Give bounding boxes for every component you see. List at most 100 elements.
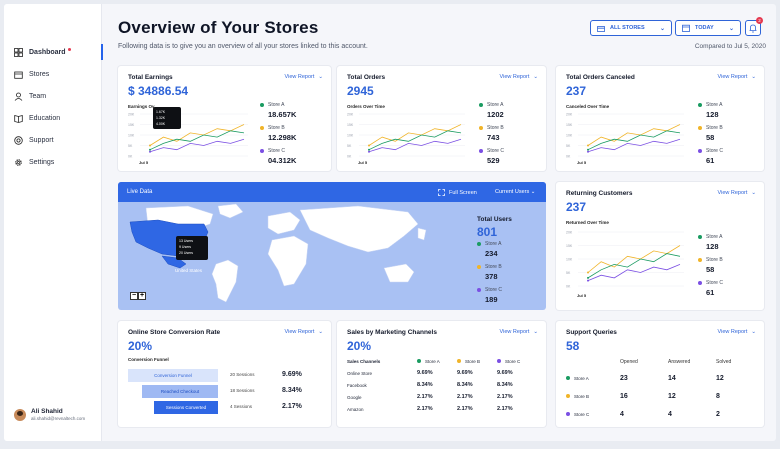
view-report-link[interactable]: View Report ⌄ [718, 190, 756, 196]
view-report-link[interactable]: View Report ⌄ [500, 74, 538, 80]
y-tick-label: 5K [128, 144, 133, 148]
store-row: Store A 18.657K [260, 102, 296, 125]
store-row: Store B 12.298K [260, 125, 296, 148]
chevron-down-icon: ⌄ [533, 74, 538, 80]
chart-label: Earnings Ov [128, 104, 155, 109]
all-stores-label: ALL STORES [610, 25, 645, 31]
sidebar-item-dashboard[interactable]: Dashboard [4, 44, 103, 60]
sidebar-item-label: Education [29, 114, 61, 122]
store-c-dot [477, 288, 481, 292]
canceled-mini-chart: 20K 15K 10K 5K 0K [566, 113, 684, 159]
store-b-dot [477, 265, 481, 269]
current-users-dropdown[interactable]: Current Users ⌄ [495, 189, 535, 195]
series-start-point [368, 150, 370, 153]
chart-label: Orders Over Time [347, 104, 385, 109]
store-b-dot [479, 126, 483, 130]
compared-date: Compared to Jul 5, 2020 [694, 43, 766, 50]
all-stores-dropdown[interactable]: ALL STORES ⌄ [590, 20, 672, 36]
view-report-link[interactable]: View Report ⌄ [500, 329, 538, 335]
full-screen-button[interactable]: Full Screen [438, 189, 477, 196]
funnel-bar-2: Reached Checkout [142, 385, 218, 398]
y-tick-label: 5K [566, 271, 571, 275]
table-row: Store B 16 12 8 [566, 387, 756, 405]
date-range-label: TODAY [695, 25, 714, 31]
y-tick-label: 10K [566, 258, 573, 262]
store-a-dot [566, 376, 570, 380]
country-label: United States [175, 268, 203, 273]
y-tick-label: 15K [347, 123, 354, 127]
card-title: Total Earnings [128, 74, 173, 81]
date-range-dropdown[interactable]: TODAY ⌄ [675, 20, 741, 36]
total-earnings-card: Total Earnings View Report ⌄ $ 34886.54 E… [118, 66, 331, 171]
view-report-link[interactable]: View Report ⌄ [718, 74, 756, 80]
y-tick-label: 5K [347, 144, 352, 148]
live-data-header [118, 182, 546, 202]
chevron-down-icon: ⌄ [530, 189, 536, 195]
funnel-bar-3: Sessions Converted [154, 401, 218, 414]
live-data-panel: Live Data Full Screen Current Users ⌄ 13… [118, 182, 546, 310]
store-a-dot [698, 235, 702, 239]
calendar-icon [682, 24, 690, 32]
total-earnings-value: $ 34886.54 [128, 84, 189, 98]
conversion-rate-card: Online Store Conversion Rate View Report… [118, 321, 331, 427]
marketing-table: Sales Channels Store A Store B Store C O… [347, 355, 537, 415]
chart-date-label: Jul 5 [577, 293, 587, 298]
view-report-link[interactable]: View Report ⌄ [285, 329, 323, 335]
chart-date-label: Jul 5 [358, 160, 368, 165]
store-breakdown: Store A 18.657K Store B 12.298K Store C … [260, 102, 296, 171]
series-start-point [587, 271, 589, 274]
store-c-dot [698, 281, 702, 285]
map-tooltip: 13 Users 9 Users 20 Users [176, 236, 208, 260]
earnings-mini-chart: 20K 15K 10K 5K 0K [128, 113, 248, 159]
live-data-title: Live Data [127, 189, 153, 195]
world-map[interactable] [118, 202, 468, 310]
notification-dot [67, 48, 71, 51]
series-start-point [368, 144, 370, 147]
sidebar-item-label: Stores [29, 70, 50, 78]
store-c-dot [698, 149, 702, 153]
sidebar-item-settings[interactable]: Settings [4, 154, 102, 170]
series-start-point [587, 279, 589, 282]
y-tick-label: 15K [128, 123, 135, 127]
view-report-link[interactable]: View Report ⌄ [718, 329, 756, 335]
card-title: Support Queries [566, 329, 617, 336]
table-row: Facebook 8.34% 8.34% 8.34% [347, 382, 513, 388]
app-window: Dashboard Stores Team Education Support … [4, 4, 776, 441]
sidebar-item-label: Support [29, 136, 54, 144]
funnel-sessions: 20 Sessions [230, 372, 255, 377]
notifications-button[interactable]: 2 [745, 17, 763, 36]
card-title: Sales by Marketing Channels [347, 329, 437, 336]
funnel-label: Conversion Funnel [128, 357, 169, 362]
y-tick-label: 10K [347, 134, 354, 138]
store-icon [597, 25, 605, 32]
table-row: Store A 23 14 12 [566, 369, 756, 387]
store-b-dot [698, 258, 702, 262]
sidebar-item-team[interactable]: Team [4, 88, 102, 104]
sidebar-item-support[interactable]: Support [4, 132, 102, 148]
sidebar-item-stores[interactable]: Stores [4, 66, 102, 82]
dashboard-icon [14, 47, 23, 57]
chevron-down-icon: ⌄ [318, 74, 323, 80]
store-b-dot [260, 126, 264, 130]
y-tick-label: 15K [566, 244, 573, 248]
store-b-dot [698, 126, 702, 130]
sidebar-item-education[interactable]: Education [4, 110, 102, 126]
chart-tooltip: 1.67K 1.32K 4.00K [153, 107, 181, 129]
user-profile[interactable]: Ali Shahid ali.shahid@revnaltech.com [14, 408, 85, 421]
series-start-point [149, 150, 151, 153]
series-start-point [587, 150, 589, 153]
zoom-out-button[interactable]: − [130, 292, 138, 300]
team-icon [14, 92, 23, 101]
series-start-point [368, 148, 370, 151]
y-tick-label: 20K [128, 113, 135, 117]
funnel-sessions: 4 Sessions [230, 404, 253, 409]
map-zoom-controls: − + [130, 292, 146, 300]
gear-icon [14, 158, 23, 167]
view-report-link[interactable]: View Report ⌄ [285, 74, 323, 80]
marketing-channels-card: Sales by Marketing Channels View Report ⌄… [337, 321, 546, 427]
book-icon [14, 114, 23, 123]
zoom-in-button[interactable]: + [138, 292, 146, 300]
total-users-title: Total Users [477, 216, 512, 223]
avatar [14, 408, 26, 421]
support-value: 58 [566, 339, 580, 353]
